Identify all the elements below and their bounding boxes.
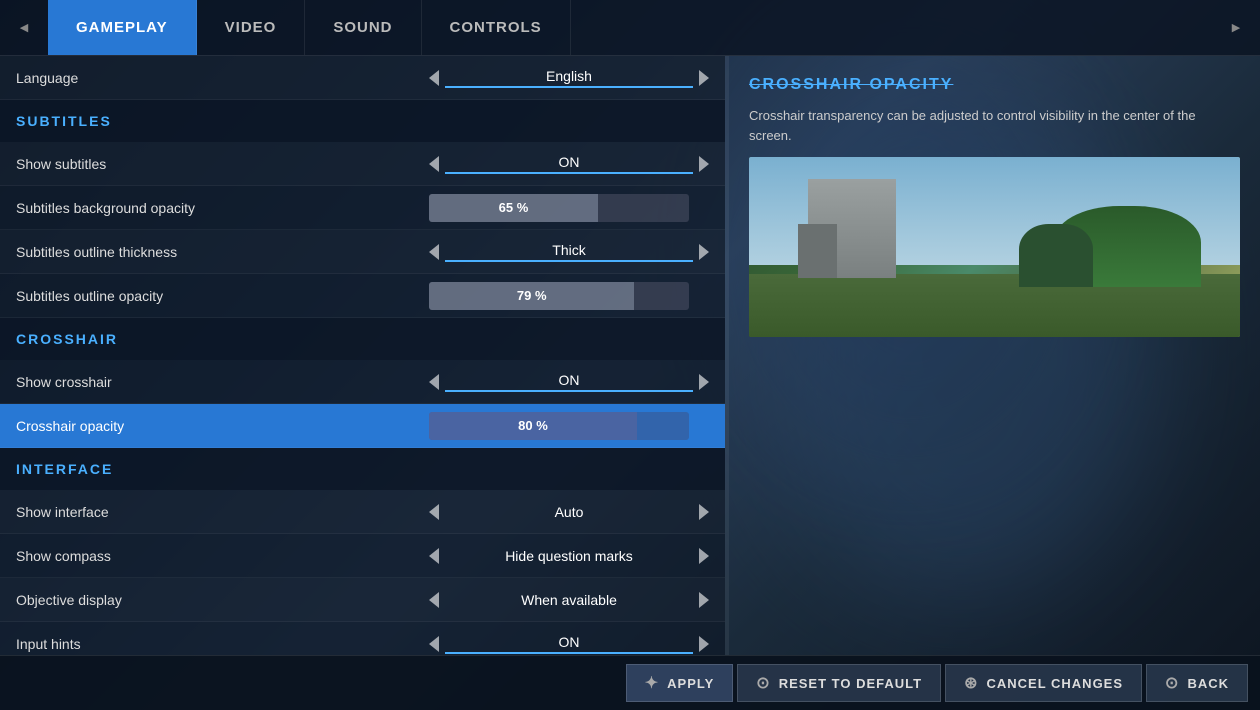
show-subtitles-right-arrow[interactable] xyxy=(699,156,709,172)
apply-button[interactable]: ✦ APPLY xyxy=(626,664,734,702)
show-interface-row[interactable]: Show interface Auto xyxy=(0,490,725,534)
language-right-arrow[interactable] xyxy=(699,70,709,86)
show-subtitles-left-arrow[interactable] xyxy=(429,156,439,172)
show-crosshair-right-arrow[interactable] xyxy=(699,374,709,390)
subtitles-section-header: SUBTITLES xyxy=(0,100,725,142)
show-compass-left-arrow[interactable] xyxy=(429,548,439,564)
info-panel: CROSSHAIR OPACITY Crosshair transparency… xyxy=(729,56,1260,655)
show-interface-value: Auto xyxy=(445,504,693,520)
preview-trees-2 xyxy=(1019,224,1093,287)
objective-display-row[interactable]: Objective display When available xyxy=(0,578,725,622)
bottom-bar: ✦ APPLY ⊙ RESET TO DEFAULT ⊛ CANCEL CHAN… xyxy=(0,655,1260,710)
preview-image xyxy=(749,157,1240,337)
show-subtitles-control[interactable]: ON xyxy=(429,154,709,174)
show-compass-right-arrow[interactable] xyxy=(699,548,709,564)
top-nav: ◀ GAMEPLAY VIDEO SOUND CONTROLS ▶ xyxy=(0,0,1260,56)
subtitles-outline-thickness-control[interactable]: Thick xyxy=(429,242,709,262)
info-description: Crosshair transparency can be adjusted t… xyxy=(749,106,1240,145)
tab-video[interactable]: VIDEO xyxy=(197,0,306,55)
apply-icon: ✦ xyxy=(645,673,659,693)
input-hints-right-arrow[interactable] xyxy=(699,636,709,652)
objective-display-value: When available xyxy=(445,592,693,608)
objective-display-right-arrow[interactable] xyxy=(699,592,709,608)
show-crosshair-row[interactable]: Show crosshair ON xyxy=(0,360,725,404)
nav-icon-left: ◀ xyxy=(0,0,48,55)
cancel-changes-button[interactable]: ⊛ CANCEL CHANGES xyxy=(945,664,1142,702)
show-crosshair-value: ON xyxy=(445,372,693,392)
show-compass-control[interactable]: Hide question marks xyxy=(429,548,709,564)
language-value: English xyxy=(445,68,693,88)
input-hints-row[interactable]: Input hints ON xyxy=(0,622,725,655)
crosshair-opacity-row[interactable]: Crosshair opacity 80 % xyxy=(0,404,725,448)
crosshair-opacity-track[interactable]: 80 % xyxy=(429,412,689,440)
subtitles-bg-opacity-track[interactable]: 65 % xyxy=(429,194,689,222)
language-row[interactable]: Language English xyxy=(0,56,725,100)
tab-sound[interactable]: SOUND xyxy=(305,0,421,55)
show-compass-row[interactable]: Show compass Hide question marks xyxy=(0,534,725,578)
show-subtitles-row[interactable]: Show subtitles ON xyxy=(0,142,725,186)
subtitles-outline-thickness-value: Thick xyxy=(445,242,693,262)
show-interface-left-arrow[interactable] xyxy=(429,504,439,520)
preview-building-2 xyxy=(798,224,837,278)
back-button[interactable]: ⊙ BACK xyxy=(1146,664,1248,702)
reset-icon: ⊙ xyxy=(756,673,770,693)
objective-display-control[interactable]: When available xyxy=(429,592,709,608)
subtitles-bg-opacity-row[interactable]: Subtitles background opacity 65 % xyxy=(0,186,725,230)
language-left-arrow[interactable] xyxy=(429,70,439,86)
reset-to-default-button[interactable]: ⊙ RESET TO DEFAULT xyxy=(737,664,941,702)
subtitles-outline-opacity-fill: 79 % xyxy=(429,282,634,310)
subtitles-bg-opacity-slider[interactable]: 65 % xyxy=(429,194,709,222)
language-control[interactable]: English xyxy=(429,68,709,88)
info-title: CROSSHAIR OPACITY xyxy=(749,76,1240,94)
back-icon: ⊙ xyxy=(1165,673,1179,693)
subtitles-bg-opacity-fill: 65 % xyxy=(429,194,598,222)
cancel-icon: ⊛ xyxy=(964,673,978,693)
show-crosshair-left-arrow[interactable] xyxy=(429,374,439,390)
nav-icon-right: ▶ xyxy=(1212,0,1260,55)
subtitles-outline-opacity-slider[interactable]: 79 % xyxy=(429,282,709,310)
show-compass-value: Hide question marks xyxy=(445,548,693,564)
crosshair-section-header: CROSSHAIR xyxy=(0,318,725,360)
objective-display-left-arrow[interactable] xyxy=(429,592,439,608)
crosshair-opacity-slider[interactable]: 80 % xyxy=(429,412,709,440)
subtitles-outline-thickness-right-arrow[interactable] xyxy=(699,244,709,260)
input-hints-value: ON xyxy=(445,634,693,654)
show-subtitles-value: ON xyxy=(445,154,693,174)
subtitles-outline-opacity-row[interactable]: Subtitles outline opacity 79 % xyxy=(0,274,725,318)
show-crosshair-control[interactable]: ON xyxy=(429,372,709,392)
tab-gameplay[interactable]: GAMEPLAY xyxy=(48,0,197,55)
subtitles-outline-opacity-track[interactable]: 79 % xyxy=(429,282,689,310)
input-hints-control[interactable]: ON xyxy=(429,634,709,654)
show-interface-control[interactable]: Auto xyxy=(429,504,709,520)
input-hints-left-arrow[interactable] xyxy=(429,636,439,652)
tab-controls[interactable]: CONTROLS xyxy=(422,0,571,55)
interface-section-header: INTERFACE xyxy=(0,448,725,490)
settings-panel: Language English SUBTITLES Show subtitle… xyxy=(0,56,725,655)
crosshair-opacity-fill: 80 % xyxy=(429,412,637,440)
subtitles-outline-thickness-row[interactable]: Subtitles outline thickness Thick xyxy=(0,230,725,274)
subtitles-outline-thickness-left-arrow[interactable] xyxy=(429,244,439,260)
show-interface-right-arrow[interactable] xyxy=(699,504,709,520)
